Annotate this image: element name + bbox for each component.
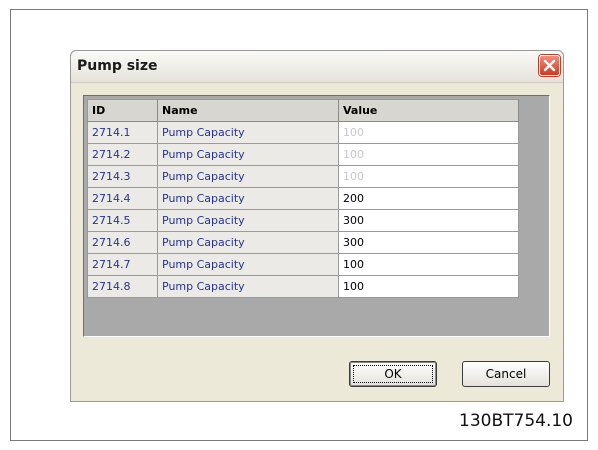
column-header-value[interactable]: Value (338, 99, 519, 122)
value-cell[interactable]: 100 (338, 253, 519, 276)
cancel-button[interactable]: Cancel (462, 361, 550, 387)
id-cell: 2714.1 (87, 121, 158, 144)
name-cell: Pump Capacity (157, 209, 339, 232)
table-row[interactable]: 2714.8 Pump Capacity 100 (87, 275, 519, 298)
value-cell[interactable]: 200 (338, 187, 519, 210)
table-row[interactable]: 2714.6 Pump Capacity 300 (87, 231, 519, 254)
id-cell: 2714.8 (87, 275, 158, 298)
column-header-name[interactable]: Name (157, 99, 339, 122)
focus-rectangle (353, 365, 433, 383)
name-cell: Pump Capacity (157, 121, 339, 144)
name-cell: Pump Capacity (157, 143, 339, 166)
close-button[interactable] (539, 55, 560, 76)
dialog-title: Pump size (77, 58, 158, 74)
value-cell: 100 (338, 121, 519, 144)
value-cell[interactable]: 100 (338, 275, 519, 298)
table-row[interactable]: 2714.2 Pump Capacity 100 (87, 143, 519, 166)
value-cell: 100 (338, 143, 519, 166)
name-cell: Pump Capacity (157, 253, 339, 276)
id-cell: 2714.7 (87, 253, 158, 276)
value-cell[interactable]: 300 (338, 209, 519, 232)
name-cell: Pump Capacity (157, 187, 339, 210)
name-cell: Pump Capacity (157, 165, 339, 188)
grid-container: ID Name Value 2714.1 Pump Capacity 100 2714… (83, 95, 550, 337)
ok-button[interactable]: OK (349, 361, 437, 387)
name-cell: Pump Capacity (157, 275, 339, 298)
value-cell: 100 (338, 165, 519, 188)
table-row[interactable]: 2714.3 Pump Capacity 100 (87, 165, 519, 188)
figure-frame: Pump size ID Name Value 2714.1 Pump Capa… (10, 9, 588, 441)
header-row: ID Name Value (87, 99, 519, 122)
table-row[interactable]: 2714.4 Pump Capacity 200 (87, 187, 519, 210)
column-header-id[interactable]: ID (87, 99, 158, 122)
table-row[interactable]: 2714.5 Pump Capacity 300 (87, 209, 519, 232)
id-cell: 2714.3 (87, 165, 158, 188)
id-cell: 2714.5 (87, 209, 158, 232)
close-icon (543, 59, 556, 72)
id-cell: 2714.6 (87, 231, 158, 254)
id-cell: 2714.2 (87, 143, 158, 166)
figure-reference: 130BT754.10 (459, 411, 573, 431)
table-row[interactable]: 2714.7 Pump Capacity 100 (87, 253, 519, 276)
table-row[interactable]: 2714.1 Pump Capacity 100 (87, 121, 519, 144)
value-cell[interactable]: 300 (338, 231, 519, 254)
pump-capacity-table: ID Name Value 2714.1 Pump Capacity 100 2714… (87, 99, 519, 298)
title-bar: Pump size (71, 51, 563, 83)
id-cell: 2714.4 (87, 187, 158, 210)
name-cell: Pump Capacity (157, 231, 339, 254)
pump-size-dialog: Pump size ID Name Value 2714.1 Pump Capa… (70, 50, 564, 402)
